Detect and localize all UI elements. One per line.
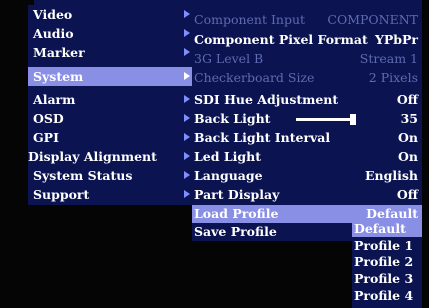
dropdown-option-profile-3[interactable]: Profile 3: [352, 271, 422, 287]
main-menu-panel: Video Audio Marker System Alarm OSD GPI: [28, 5, 192, 205]
menu-item-label: Audio: [33, 26, 74, 41]
menu-item-system-status[interactable]: System Status: [28, 166, 192, 185]
menu-item-system[interactable]: System: [28, 67, 192, 86]
menu-item-display-alignment[interactable]: Display Alignment: [28, 147, 192, 166]
dropdown-option-default[interactable]: Default: [352, 221, 422, 237]
submenu-arrow-icon: [184, 95, 190, 103]
setting-value: COMPONENT: [327, 12, 418, 27]
submenu-arrow-icon: [184, 190, 190, 198]
dropdown-option-profile-1[interactable]: Profile 1: [352, 238, 422, 254]
submenu-arrow-icon: [184, 152, 190, 160]
submenu-arrow-icon: [184, 72, 190, 80]
menu-item-label: System Status: [33, 168, 133, 183]
system-submenu-panel: Component Input COMPONENT Component Pixe…: [192, 5, 422, 205]
setting-label: Back Light: [194, 111, 271, 126]
setting-back-light[interactable]: Back Light 35: [192, 109, 422, 128]
setting-label: Language: [194, 168, 263, 183]
setting-value: 35: [400, 111, 418, 126]
submenu-arrow-icon: [184, 114, 190, 122]
back-light-slider[interactable]: [296, 118, 356, 121]
setting-label: Back Light Interval: [194, 130, 331, 145]
setting-value: 2 Pixels: [368, 70, 418, 85]
menu-item-audio[interactable]: Audio: [28, 24, 192, 43]
menu-item-label: Support: [33, 187, 90, 202]
submenu-arrow-icon: [184, 29, 190, 37]
menu-item-video[interactable]: Video: [28, 5, 192, 24]
menu-item-alarm[interactable]: Alarm: [28, 90, 192, 109]
setting-label: Component Input: [194, 12, 306, 27]
menu-item-support[interactable]: Support: [28, 185, 192, 204]
menu-item-osd[interactable]: OSD: [28, 109, 192, 128]
setting-checkerboard-size[interactable]: Checkerboard Size 2 Pixels: [192, 68, 422, 87]
menu-item-label: Marker: [33, 45, 85, 60]
submenu-arrow-icon: [184, 171, 190, 179]
dropdown-option-profile-2[interactable]: Profile 2: [352, 254, 422, 270]
setting-3g-level-b[interactable]: 3G Level B Stream 1: [192, 49, 422, 68]
setting-value: On: [398, 130, 418, 145]
menu-item-label: Video: [33, 7, 73, 22]
menu-item-label: System: [33, 69, 84, 84]
setting-value: Off: [396, 187, 418, 202]
setting-value: YPbPr: [374, 32, 418, 47]
profile-dropdown: Default Profile 1 Profile 2 Profile 3 Pr…: [352, 221, 422, 308]
setting-label: SDI Hue Adjustment: [194, 92, 339, 107]
setting-part-display[interactable]: Part Display Off: [192, 185, 422, 204]
menu-item-gpi[interactable]: GPI: [28, 128, 192, 147]
menu-item-marker[interactable]: Marker: [28, 43, 192, 62]
setting-language[interactable]: Language English: [192, 166, 422, 185]
setting-label: Component Pixel Format: [194, 32, 368, 47]
submenu-arrow-icon: [184, 133, 190, 141]
setting-value: On: [398, 149, 418, 164]
dropdown-option-profile-4[interactable]: Profile 4: [352, 288, 422, 304]
setting-value: Off: [396, 92, 418, 107]
menu-item-label: Alarm: [33, 92, 76, 107]
setting-component-pixel-format[interactable]: Component Pixel Format YPbPr: [192, 30, 422, 49]
setting-label: 3G Level B: [194, 51, 264, 66]
back-light-slider-thumb[interactable]: [350, 114, 356, 125]
setting-component-input[interactable]: Component Input COMPONENT: [192, 10, 422, 29]
setting-value: English: [365, 168, 418, 183]
load-profile-label: Load Profile: [194, 206, 279, 221]
osd-menu-screen: Video Audio Marker System Alarm OSD GPI: [0, 0, 429, 308]
setting-label: Led Light: [194, 149, 261, 164]
submenu-arrow-icon: [184, 10, 190, 18]
save-profile-label: Save Profile: [194, 224, 277, 239]
setting-led-light[interactable]: Led Light On: [192, 147, 422, 166]
menu-item-label: GPI: [33, 130, 59, 145]
setting-sdi-hue-adjustment[interactable]: SDI Hue Adjustment Off: [192, 90, 422, 109]
menu-item-label: Display Alignment: [28, 149, 157, 164]
setting-value: Stream 1: [359, 51, 418, 66]
setting-label: Part Display: [194, 187, 280, 202]
setting-back-light-interval[interactable]: Back Light Interval On: [192, 128, 422, 147]
submenu-arrow-icon: [184, 48, 190, 56]
menu-item-label: OSD: [33, 111, 64, 126]
setting-label: Checkerboard Size: [194, 70, 315, 85]
